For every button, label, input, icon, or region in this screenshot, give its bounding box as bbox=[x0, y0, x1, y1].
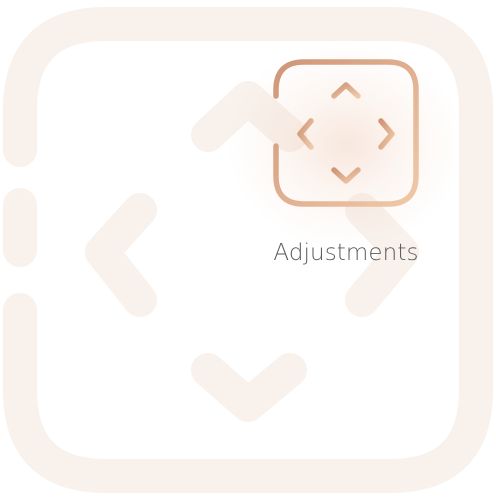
adjustments-icon bbox=[273, 59, 419, 207]
adjustments-screen: Adjustments bbox=[0, 0, 496, 498]
adjustments-label: Adjustments bbox=[273, 240, 419, 266]
adjustments-button[interactable]: Adjustments bbox=[266, 54, 426, 266]
